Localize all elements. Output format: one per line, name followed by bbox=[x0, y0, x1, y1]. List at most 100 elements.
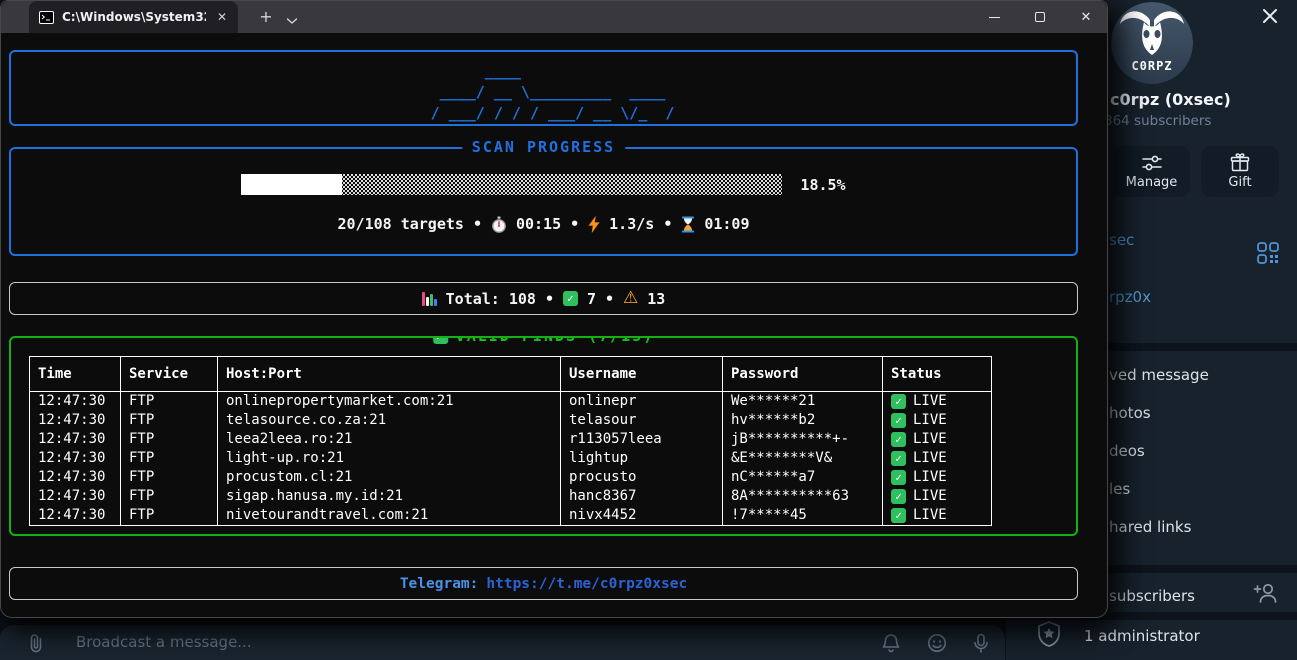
administrators-row[interactable]: 1 administrator bbox=[1084, 627, 1200, 645]
progress-stats: 20/108 targets • 00:15 • 1.3/s • bbox=[11, 215, 1076, 233]
telegram-url: https://t.me/c0rpz0xsec bbox=[486, 576, 687, 592]
add-subscribers-icon[interactable] bbox=[1253, 581, 1279, 609]
minimize-button[interactable] bbox=[971, 1, 1017, 33]
password-cell: 8A**********63 bbox=[723, 487, 883, 506]
service-cell: FTP bbox=[121, 487, 218, 506]
terminal-tab[interactable]: C:\Windows\System32\cmd.e ✕ bbox=[29, 1, 238, 33]
live-label: LIVE bbox=[913, 468, 947, 487]
valid-check-icon: ✓ bbox=[433, 336, 448, 344]
subscribers-row[interactable]: subscribers bbox=[1109, 587, 1195, 605]
gift-icon bbox=[1230, 153, 1250, 172]
hostport-cell: leea2leea.ro:21 bbox=[218, 430, 561, 449]
close-icon[interactable] bbox=[1256, 2, 1284, 30]
terminal-titlebar[interactable]: C:\Windows\System32\cmd.e ✕ + ✕ bbox=[1, 1, 1107, 33]
service-cell: FTP bbox=[121, 392, 218, 412]
channel-subscriber-count: 364 subscribers bbox=[1104, 113, 1211, 129]
password-cell: hv******b2 bbox=[723, 411, 883, 430]
channel-invite-link[interactable]: sec bbox=[1109, 231, 1134, 249]
service-cell: FTP bbox=[121, 449, 218, 468]
time-cell: 12:47:30 bbox=[30, 487, 121, 506]
message-input[interactable]: Broadcast a message... bbox=[76, 633, 252, 651]
attach-icon[interactable] bbox=[26, 632, 48, 658]
live-check-icon: ✓ bbox=[891, 508, 906, 523]
terminal-window: C:\Windows\System32\cmd.e ✕ + ✕ ____ ___… bbox=[0, 0, 1108, 618]
table-row: 12:47:30FTPonlinepropertymarket.com:21on… bbox=[30, 392, 992, 412]
ascii-banner: ____ ____/ __ \_________ ____ / ___/ / /… bbox=[413, 61, 675, 124]
status-cell: ✓ LIVE bbox=[883, 449, 992, 468]
live-check-icon: ✓ bbox=[891, 470, 906, 485]
totals-count: 108 bbox=[509, 290, 536, 308]
microphone-icon[interactable] bbox=[970, 632, 992, 658]
service-cell: FTP bbox=[121, 411, 218, 430]
gift-label: Gift bbox=[1228, 175, 1251, 190]
progress-bar bbox=[241, 174, 782, 195]
svg-text:C0RPZ: C0RPZ bbox=[1131, 59, 1172, 73]
time-cell: 12:47:30 bbox=[30, 411, 121, 430]
live-check-icon: ✓ bbox=[891, 489, 906, 504]
status-cell: ✓LIVE bbox=[883, 487, 992, 506]
lightning-icon bbox=[588, 216, 600, 233]
service-cell: FTP bbox=[121, 468, 218, 487]
live-label: LIVE bbox=[913, 411, 947, 430]
stopwatch-icon bbox=[491, 216, 507, 233]
cmd-icon bbox=[39, 11, 54, 24]
live-label: LIVE bbox=[913, 449, 947, 468]
status-cell: ✓ LIVE bbox=[883, 468, 992, 487]
col-hostport: Host:Port bbox=[218, 357, 561, 392]
scan-progress-title: SCAN PROGRESS bbox=[462, 138, 625, 156]
service-cell: FTP bbox=[121, 506, 218, 526]
manage-label: Manage bbox=[1126, 175, 1178, 190]
warning-icon: ⚠ bbox=[623, 290, 638, 307]
totals-box: Total: 108 • ✓ 7 • ⚠ 13 bbox=[9, 282, 1078, 315]
finds-table: Time Service Host:Port Username Password… bbox=[29, 356, 992, 526]
time-cell: 12:47:30 bbox=[30, 449, 121, 468]
channel-username-link[interactable]: rpz0x bbox=[1109, 288, 1151, 306]
valid-check-icon: ✓ bbox=[563, 291, 578, 306]
manage-button[interactable]: Manage bbox=[1113, 146, 1190, 197]
window-close-button[interactable]: ✕ bbox=[1063, 1, 1109, 33]
tab-close-icon[interactable]: ✕ bbox=[214, 10, 230, 24]
targets-count: 20/108 targets bbox=[338, 215, 464, 233]
status-cell: ✓ LIVE bbox=[883, 411, 992, 430]
valid-finds-box: ✓ VALID FINDS (7/15) Time Service Host:P… bbox=[9, 336, 1078, 536]
col-username: Username bbox=[561, 357, 723, 392]
hostport-cell: sigap.hanusa.my.id:21 bbox=[218, 487, 561, 506]
gift-button[interactable]: Gift bbox=[1201, 146, 1279, 197]
username-cell: lightup bbox=[561, 449, 723, 468]
time-cell: 12:47:30 bbox=[30, 392, 121, 412]
status-cell: ✓LIVE bbox=[883, 392, 992, 412]
table-header-row: Time Service Host:Port Username Password… bbox=[30, 357, 992, 392]
maximize-button[interactable] bbox=[1017, 1, 1063, 33]
username-cell: nivx4452 bbox=[561, 506, 723, 526]
table-row: 12:47:30FTPsigap.hanusa.my.id:21hanc8367… bbox=[30, 487, 992, 506]
channel-avatar[interactable]: C0RPZ bbox=[1111, 2, 1193, 84]
channel-name: c0rpz (0xsec) bbox=[1110, 90, 1231, 109]
live-label: LIVE bbox=[913, 506, 947, 525]
emoji-icon[interactable] bbox=[926, 632, 948, 658]
time-cell: 12:47:30 bbox=[30, 468, 121, 487]
admin-shield-icon bbox=[1036, 620, 1062, 652]
tab-dropdown-chevron-icon[interactable] bbox=[286, 10, 304, 24]
valid-count: 7 bbox=[587, 290, 596, 308]
table-row: 12:47:30FTPprocustom.cl:21procustonC****… bbox=[30, 468, 992, 487]
password-cell: nC******a7 bbox=[723, 468, 883, 487]
username-cell: hanc8367 bbox=[561, 487, 723, 506]
qr-code-icon[interactable] bbox=[1256, 241, 1280, 265]
col-time: Time bbox=[30, 357, 121, 392]
elapsed-time: 00:15 bbox=[516, 215, 561, 233]
live-check-icon: ✓ bbox=[891, 413, 906, 428]
tab-title: C:\Windows\System32\cmd.e bbox=[62, 10, 206, 24]
col-service: Service bbox=[121, 357, 218, 392]
progress-bar-fill bbox=[241, 174, 341, 195]
new-tab-button[interactable]: + bbox=[253, 5, 279, 29]
live-check-icon: ✓ bbox=[891, 451, 906, 466]
warning-count: 13 bbox=[647, 290, 665, 308]
hourglass-icon bbox=[681, 216, 695, 233]
col-password: Password bbox=[723, 357, 883, 392]
mute-bell-icon[interactable] bbox=[880, 632, 902, 658]
status-cell: ✓LIVE bbox=[883, 430, 992, 449]
table-row: 12:47:30FTPnivetourandtravel.com:21nivx4… bbox=[30, 506, 992, 526]
screen: { "terminal_window": { "tab_title": "C:\… bbox=[0, 0, 1297, 660]
live-check-icon: ✓ bbox=[891, 394, 906, 409]
telegram-link-box: Telegram: https://t.me/c0rpz0xsec bbox=[9, 567, 1078, 600]
